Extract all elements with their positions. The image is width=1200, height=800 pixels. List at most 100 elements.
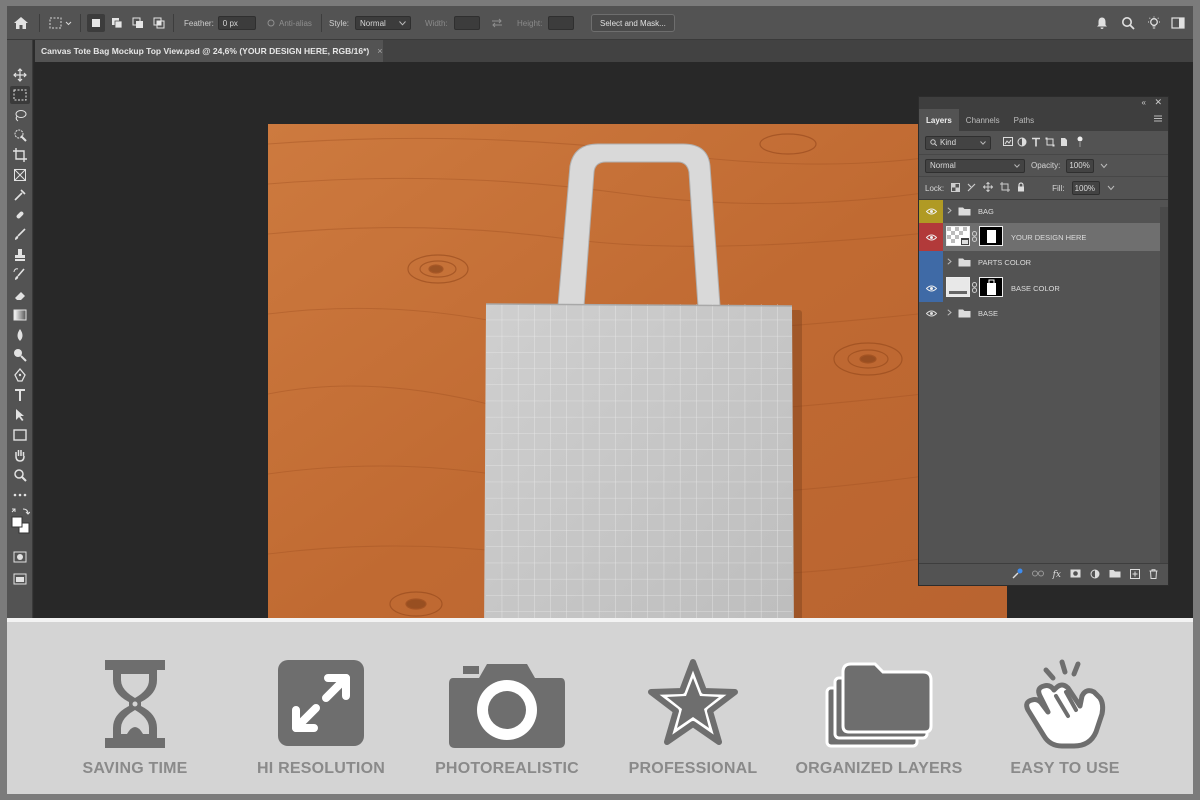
smart-object-thumbnail bbox=[946, 226, 970, 248]
more-tools-icon[interactable] bbox=[10, 486, 30, 504]
pen-tool-icon[interactable] bbox=[10, 366, 30, 384]
layer-row-bag[interactable]: BAG bbox=[919, 200, 1168, 223]
document-tab[interactable]: Canvas Tote Bag Mockup Top View.psd @ 24… bbox=[35, 40, 383, 62]
brush-tool-icon[interactable] bbox=[10, 226, 30, 244]
history-brush-tool-icon[interactable] bbox=[10, 266, 30, 284]
screen-mode-icon[interactable] bbox=[10, 570, 30, 588]
lock-position-icon[interactable] bbox=[982, 181, 994, 194]
panel-scrollbar[interactable] bbox=[1160, 207, 1168, 563]
rectangle-tool-icon[interactable] bbox=[10, 426, 30, 444]
move-tool-icon[interactable] bbox=[10, 66, 30, 84]
shape-filter-icon[interactable] bbox=[1045, 137, 1055, 149]
chevron-down-icon[interactable] bbox=[1107, 184, 1115, 192]
lock-transparent-icon[interactable] bbox=[951, 182, 961, 194]
intersect-selection-icon[interactable] bbox=[150, 14, 168, 32]
layer-name: PARTS COLOR bbox=[978, 258, 1032, 267]
visibility-toggle[interactable] bbox=[919, 251, 943, 274]
workspace-icon[interactable] bbox=[1171, 6, 1185, 40]
select-and-mask-button[interactable]: Select and Mask... bbox=[591, 14, 675, 32]
link-layers-icon[interactable] bbox=[1031, 570, 1044, 579]
marquee-preset-icon[interactable] bbox=[49, 6, 73, 40]
lock-pixels-icon[interactable] bbox=[967, 183, 976, 194]
zoom-tool-icon[interactable] bbox=[10, 466, 30, 484]
blur-tool-icon[interactable] bbox=[10, 326, 30, 344]
width-input[interactable] bbox=[453, 16, 480, 30]
lasso-tool-icon[interactable] bbox=[10, 106, 30, 124]
feature-easy-to-use: EASY TO USE bbox=[975, 622, 1155, 794]
eraser-tool-icon[interactable] bbox=[10, 286, 30, 304]
canvas-workspace: « ✕ Layers Channels Paths Kind Normal Op… bbox=[34, 62, 1193, 661]
search-layers-icon[interactable] bbox=[1012, 568, 1023, 581]
link-icon[interactable] bbox=[972, 281, 977, 295]
type-filter-icon[interactable] bbox=[1031, 137, 1041, 149]
layer-name: BASE COLOR bbox=[1011, 283, 1060, 293]
filter-kind-select[interactable]: Kind bbox=[925, 135, 991, 150]
document-canvas[interactable] bbox=[268, 124, 1007, 661]
color-swatches-icon[interactable] bbox=[10, 506, 30, 536]
frame-tool-icon[interactable] bbox=[10, 166, 30, 184]
collapse-panel-icon[interactable]: « bbox=[1142, 98, 1146, 107]
lock-all-icon[interactable] bbox=[1017, 182, 1025, 194]
feather-input[interactable]: 0 px bbox=[217, 16, 256, 30]
smart-object-filter-icon[interactable] bbox=[1059, 137, 1069, 149]
chevron-right-icon[interactable] bbox=[947, 258, 952, 267]
link-icon[interactable] bbox=[972, 230, 977, 244]
tab-layers[interactable]: Layers bbox=[919, 109, 959, 131]
dodge-tool-icon[interactable] bbox=[10, 346, 30, 364]
eye-icon[interactable] bbox=[919, 302, 943, 325]
anti-alias-label[interactable]: Anti-alias bbox=[279, 19, 312, 28]
layer-row-parts-color[interactable]: PARTS COLOR bbox=[919, 251, 1168, 274]
hand-tool-icon[interactable] bbox=[10, 446, 30, 464]
layer-row-base-color[interactable]: BASE COLOR bbox=[919, 274, 1168, 302]
panel-menu-icon[interactable] bbox=[1154, 115, 1162, 124]
fill-input[interactable]: 100% bbox=[1071, 181, 1100, 195]
trash-icon[interactable] bbox=[1149, 568, 1158, 581]
bell-icon[interactable] bbox=[1095, 6, 1109, 40]
add-mask-icon[interactable] bbox=[1070, 569, 1081, 580]
crop-tool-icon[interactable] bbox=[10, 146, 30, 164]
stamp-tool-icon[interactable] bbox=[10, 246, 30, 264]
filter-toggle-icon[interactable] bbox=[1077, 136, 1083, 150]
lock-artboard-icon[interactable] bbox=[1000, 182, 1011, 194]
adjustment-filter-icon[interactable] bbox=[1017, 137, 1027, 149]
add-selection-icon[interactable] bbox=[108, 14, 126, 32]
type-tool-icon[interactable] bbox=[10, 386, 30, 404]
eye-icon[interactable] bbox=[919, 223, 943, 251]
opacity-input[interactable]: 100% bbox=[1066, 158, 1095, 173]
layer-row-base[interactable]: BASE bbox=[919, 302, 1168, 325]
chevron-right-icon[interactable] bbox=[947, 309, 952, 318]
lock-row: Lock: Fill: 100% bbox=[919, 177, 1168, 199]
quick-select-tool-icon[interactable] bbox=[10, 126, 30, 144]
eye-icon[interactable] bbox=[919, 274, 943, 302]
new-selection-icon[interactable] bbox=[87, 14, 105, 32]
close-icon[interactable]: × bbox=[377, 46, 382, 56]
chevron-down-icon[interactable] bbox=[1100, 162, 1108, 170]
feature-hi-resolution: HI RESOLUTION bbox=[231, 622, 411, 794]
close-panel-icon[interactable]: ✕ bbox=[1154, 97, 1162, 108]
home-icon[interactable] bbox=[13, 6, 29, 40]
swap-icon[interactable] bbox=[491, 6, 503, 40]
height-input[interactable] bbox=[548, 16, 575, 30]
blend-mode-select[interactable]: Normal bbox=[925, 158, 1025, 173]
fx-icon[interactable]: fx bbox=[1053, 570, 1061, 580]
new-layer-icon[interactable] bbox=[1130, 568, 1140, 581]
gradient-tool-icon[interactable] bbox=[10, 306, 30, 324]
tab-channels[interactable]: Channels bbox=[959, 109, 1007, 131]
healing-brush-tool-icon[interactable] bbox=[10, 206, 30, 224]
eyedropper-tool-icon[interactable] bbox=[10, 186, 30, 204]
adjustment-layer-icon[interactable] bbox=[1090, 569, 1100, 581]
pixel-filter-icon[interactable] bbox=[1003, 137, 1013, 148]
tab-paths[interactable]: Paths bbox=[1007, 109, 1041, 131]
style-select[interactable]: Normal bbox=[355, 16, 412, 30]
layer-row-your-design-here[interactable]: YOUR DESIGN HERE bbox=[919, 223, 1168, 251]
eye-icon[interactable] bbox=[919, 200, 943, 223]
chevron-right-icon[interactable] bbox=[947, 207, 952, 216]
search-icon[interactable] bbox=[1121, 6, 1135, 40]
lightbulb-icon[interactable] bbox=[1147, 6, 1161, 40]
marquee-tool-icon[interactable] bbox=[10, 86, 30, 104]
path-selection-tool-icon[interactable] bbox=[10, 406, 30, 424]
chevron-down-icon bbox=[399, 20, 406, 26]
new-group-icon[interactable] bbox=[1109, 569, 1121, 580]
quick-mask-icon[interactable] bbox=[10, 548, 30, 566]
subtract-selection-icon[interactable] bbox=[129, 14, 147, 32]
